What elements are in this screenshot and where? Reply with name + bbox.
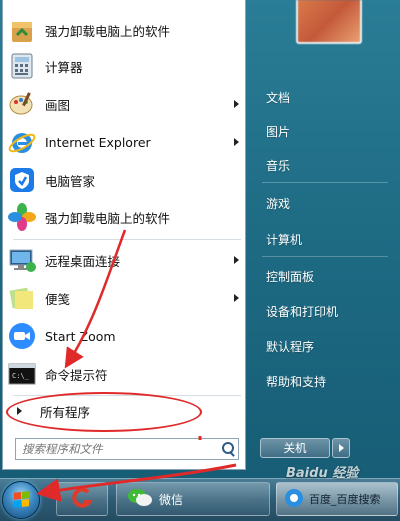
right-item-label: 计算机	[266, 232, 303, 247]
program-item-internet-explorer[interactable]: Internet Explorer	[7, 124, 243, 160]
program-item-start-zoom[interactable]: Start Zoom	[7, 318, 243, 354]
shield-icon	[7, 165, 37, 195]
program-item-remote-desktop[interactable]: 远程桌面连接	[7, 242, 243, 278]
red-g-icon	[70, 486, 94, 513]
user-picture[interactable]	[296, 0, 362, 44]
program-item-command-prompt[interactable]: C:\_ 命令提示符	[7, 356, 243, 392]
start-button[interactable]	[2, 481, 40, 519]
submenu-arrow-icon[interactable]	[234, 294, 239, 302]
arrow-right-icon	[17, 407, 22, 415]
taskbar-app-wechat[interactable]: 微信	[116, 482, 270, 516]
taskbar-app-browser[interactable]: 百度_百度搜索	[276, 482, 398, 516]
all-programs-button[interactable]: 所有程序	[7, 400, 243, 422]
windows-logo-icon	[14, 491, 29, 508]
program-item-uninstaller-2[interactable]: 强力卸载电脑上的软件	[7, 199, 243, 235]
program-item-uninstaller[interactable]: 强力卸载电脑上的软件	[7, 12, 243, 48]
program-label: 远程桌面连接	[45, 253, 121, 269]
right-item-label: 文档	[266, 90, 291, 105]
right-item-default-programs[interactable]: 默认程序	[258, 333, 394, 359]
wechat-label: 微信	[159, 492, 184, 507]
right-item-label: 帮助和支持	[266, 374, 327, 389]
program-item-calculator[interactable]: 计算器	[7, 48, 243, 84]
browser-label: 百度_百度搜索	[309, 493, 381, 506]
right-item-music[interactable]: 音乐	[258, 152, 394, 178]
right-item-label: 设备和打印机	[266, 304, 339, 319]
search-input[interactable]	[16, 439, 218, 459]
program-label: 强力卸载电脑上的软件	[45, 23, 171, 39]
search-box	[15, 438, 239, 460]
divider	[13, 395, 241, 396]
shutdown-button[interactable]: 关机	[260, 438, 330, 458]
program-label: 强力卸载电脑上的软件	[45, 210, 171, 226]
right-item-label: 控制面板	[266, 269, 315, 284]
program-label: Internet Explorer	[45, 134, 151, 150]
wechat-icon	[127, 487, 153, 512]
pinwheel-icon	[7, 202, 37, 232]
right-item-pictures[interactable]: 图片	[258, 118, 394, 144]
program-label: 计算器	[45, 59, 83, 75]
browser-icon	[283, 487, 305, 512]
all-programs-label: 所有程序	[40, 404, 91, 420]
divider	[13, 239, 241, 240]
shutdown-options-button[interactable]	[332, 438, 350, 458]
sticky-notes-icon	[7, 283, 37, 313]
svg-text:C:\_: C:\_	[12, 372, 30, 380]
submenu-arrow-icon[interactable]	[234, 138, 239, 146]
program-item-paint[interactable]: 画图	[7, 86, 243, 122]
command-prompt-icon: C:\_	[7, 359, 37, 389]
watermark-text: Baidu 经验	[286, 466, 359, 481]
divider	[262, 182, 388, 183]
uninstall-box-icon	[7, 15, 37, 45]
right-item-label: 默认程序	[266, 339, 315, 354]
search-icon[interactable]	[218, 440, 238, 458]
start-menu: 强力卸载电脑上的软件 计算器 画图 Internet Explorer 电脑管家…	[0, 0, 400, 478]
calculator-icon	[7, 51, 37, 81]
right-item-computer[interactable]: 计算机	[258, 226, 394, 252]
program-label: 便笺	[45, 291, 71, 307]
program-label: Start Zoom	[45, 328, 116, 344]
zoom-camera-icon	[7, 321, 37, 351]
program-label: 命令提示符	[45, 367, 108, 383]
program-item-sticky-notes[interactable]: 便笺	[7, 280, 243, 316]
shutdown-label: 关机	[283, 441, 307, 455]
submenu-arrow-icon[interactable]	[234, 256, 239, 264]
right-item-label: 图片	[266, 124, 291, 139]
program-label: 画图	[45, 97, 71, 113]
submenu-arrow-icon[interactable]	[234, 100, 239, 108]
program-label: 电脑管家	[45, 173, 96, 189]
programs-pane: 强力卸载电脑上的软件 计算器 画图 Internet Explorer 电脑管家…	[2, 0, 246, 470]
right-item-documents[interactable]: 文档	[258, 84, 394, 110]
program-item-pc-manager[interactable]: 电脑管家	[7, 162, 243, 198]
right-item-label: 游戏	[266, 196, 291, 211]
paint-icon	[7, 89, 37, 119]
right-item-label: 音乐	[266, 158, 291, 173]
divider	[262, 256, 388, 257]
remote-desktop-icon	[7, 245, 37, 275]
right-item-control-panel[interactable]: 控制面板	[258, 263, 394, 289]
right-item-devices-printers[interactable]: 设备和打印机	[258, 298, 394, 324]
right-item-games[interactable]: 游戏	[258, 190, 394, 216]
baidu-jingyan-watermark: Baidu 经验	[286, 462, 358, 481]
right-item-help-support[interactable]: 帮助和支持	[258, 368, 394, 394]
taskbar-app-red[interactable]	[56, 482, 108, 516]
internet-explorer-icon	[7, 127, 37, 157]
